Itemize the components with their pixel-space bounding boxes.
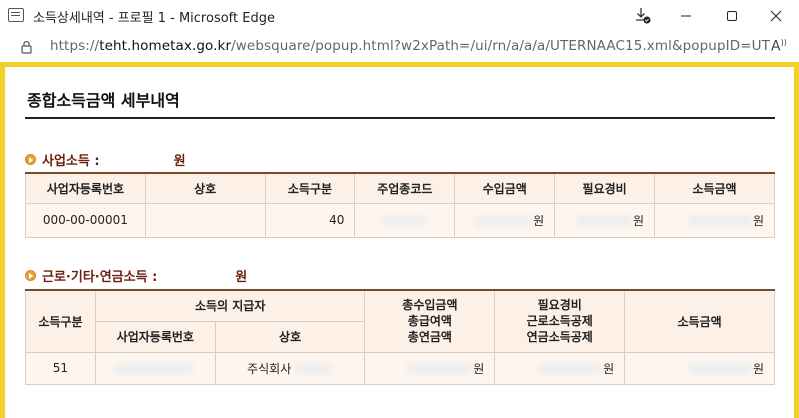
cell-type: 40	[264, 202, 356, 238]
app-icon	[8, 8, 24, 22]
labor-income-title: 근로·기타·연금소득 : 원	[25, 266, 247, 285]
cell-amount: 원	[624, 351, 775, 385]
col-industry-code: 주업종코드	[354, 172, 456, 204]
table-row: 000-00-00001 40 원 원 원	[25, 202, 775, 238]
close-button[interactable]	[753, 0, 799, 32]
col-amount: 소득금액	[624, 289, 775, 353]
cell-type: 51	[25, 351, 96, 385]
cell-expense: 원	[554, 202, 656, 238]
download-icon[interactable]	[620, 0, 666, 32]
maximize-button[interactable]	[709, 0, 755, 32]
col-payer: 소득의 지급자	[94, 289, 366, 322]
window-titlebar: 소득상세내역 - 프로필 1 - Microsoft Edge	[0, 0, 799, 32]
read-aloud-icon[interactable]: A))	[771, 38, 787, 55]
cell-income: 원	[364, 351, 496, 385]
col-type: 소득구분	[25, 289, 96, 353]
col-amount: 소득금액	[654, 172, 775, 204]
cell-regno: 000-00-00001	[25, 202, 146, 238]
col-name: 상호	[214, 320, 366, 353]
address-bar[interactable]: https://teht.hometax.go.kr/websquare/pop…	[0, 32, 799, 62]
labor-income-table: 소득구분 소득의 지급자 총수입금액 총급여액 총연금액 필요경비 근로소득공제…	[25, 289, 775, 385]
col-type: 소득구분	[264, 172, 356, 204]
col-name: 상호	[144, 172, 266, 204]
business-income-table: 사업자등록번호 상호 소득구분 주업종코드 수입금액 필요경비 소득금액 000…	[25, 172, 775, 238]
url-text[interactable]: https://teht.hometax.go.kr/websquare/pop…	[50, 38, 770, 54]
cell-industry-code	[354, 202, 456, 238]
cell-expense: 원	[494, 351, 626, 385]
page-title: 종합소득금액 세부내역	[27, 91, 180, 110]
col-expense: 필요경비	[554, 172, 656, 204]
table-header-row: 사업자등록번호 상호 소득구분 주업종코드 수입금액 필요경비 소득금액	[25, 172, 775, 204]
cell-amount: 원	[654, 202, 775, 238]
cell-name	[144, 202, 266, 238]
masked-amount	[163, 271, 232, 280]
lock-icon[interactable]	[21, 40, 32, 54]
bullet-icon	[25, 270, 36, 281]
col-regno: 사업자등록번호	[25, 172, 146, 204]
col-income: 총수입금액 총급여액 총연금액	[364, 289, 496, 353]
table-row: 51 주식회사 원 원 원	[25, 351, 775, 385]
cell-name: 주식회사	[214, 351, 366, 385]
minimize-button[interactable]	[663, 0, 709, 32]
col-expense: 필요경비 근로소득공제 연금소득공제	[494, 289, 626, 353]
col-income: 수입금액	[454, 172, 556, 204]
cell-regno	[94, 351, 216, 385]
window-title: 소득상세내역 - 프로필 1 - Microsoft Edge	[33, 11, 275, 26]
business-income-title: 사업소득 : 원	[25, 150, 186, 169]
table-header-row: 소득구분 소득의 지급자 총수입금액 총급여액 총연금액 필요경비 근로소득공제…	[25, 289, 775, 353]
col-regno: 사업자등록번호	[94, 320, 216, 353]
title-divider	[25, 117, 775, 119]
cell-income: 원	[454, 202, 556, 238]
bullet-icon	[25, 154, 36, 165]
masked-amount	[105, 155, 170, 164]
